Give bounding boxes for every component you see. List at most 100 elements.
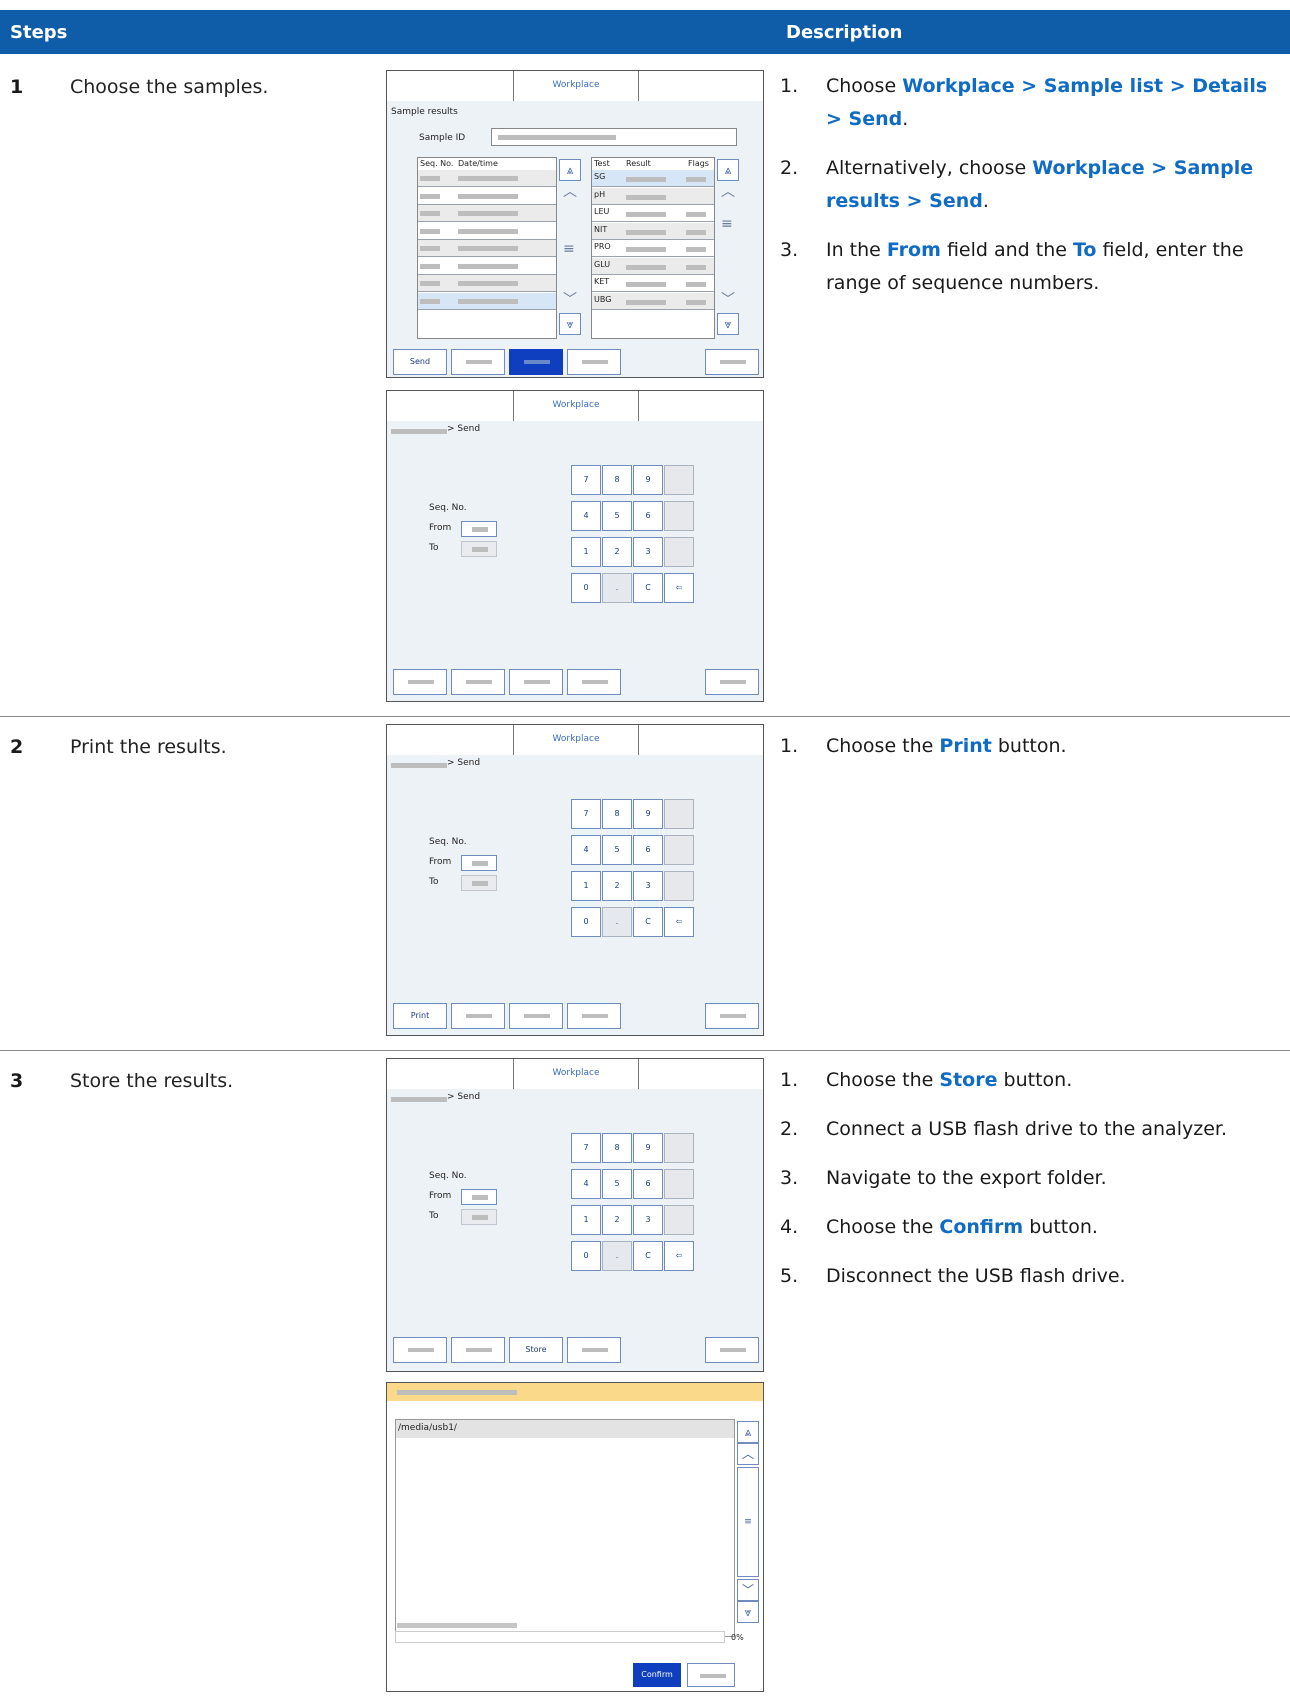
scroll-top-icon[interactable]: ⩓ [737,1421,759,1443]
keypad-key[interactable]: 3 [633,1205,663,1235]
table-row[interactable]: pH [592,187,714,205]
keypad-key[interactable]: 8 [602,465,632,495]
keypad-blank-key[interactable] [664,871,694,901]
keypad-blank-key[interactable] [664,799,694,829]
test-results-list[interactable]: Test Result Flags SG pH LEU NIT PRO GLU KET UBG [591,157,715,339]
list-item[interactable] [418,170,556,187]
keypad-key[interactable]: 7 [571,465,601,495]
toolbar-button[interactable] [567,349,621,375]
keypad-blank-key[interactable] [664,1169,694,1199]
scroll-down-icon[interactable]: ﹀ [563,289,577,309]
scroll-bottom-icon[interactable]: ⩔ [717,313,739,335]
keypad-key[interactable]: 5 [602,1169,632,1199]
toolbar-button[interactable] [393,669,447,695]
list-item[interactable] [418,222,556,240]
list-item[interactable] [418,240,556,257]
toolbar-button[interactable] [509,669,563,695]
keypad-key[interactable]: 7 [571,1133,601,1163]
cancel-button[interactable] [687,1663,735,1687]
toolbar-button[interactable] [705,1003,759,1029]
send-button[interactable]: Send [393,349,447,375]
keypad-key[interactable]: 8 [602,799,632,829]
keypad-key[interactable]: 5 [602,835,632,865]
scroll-down-icon[interactable]: ﹀ [737,1579,759,1601]
keypad-key[interactable]: 9 [633,1133,663,1163]
table-row[interactable]: NIT [592,222,714,240]
backspace-icon[interactable]: ⇦ [664,573,694,603]
scroll-up-icon[interactable]: ︿ [721,181,735,201]
keypad-key[interactable]: 0 [571,573,601,603]
to-field[interactable] [461,541,497,557]
keypad-key[interactable]: 9 [633,799,663,829]
table-row[interactable]: GLU [592,257,714,275]
tab-workplace[interactable]: Workplace [513,725,639,755]
scroll-top-icon[interactable]: ⩓ [559,159,581,181]
keypad-key[interactable]: 4 [571,501,601,531]
toolbar-button[interactable] [393,1337,447,1363]
store-button[interactable]: Store [509,1337,563,1363]
toolbar-button[interactable] [567,1003,621,1029]
toolbar-button[interactable] [451,1337,505,1363]
list-item[interactable] [418,187,556,205]
toolbar-button[interactable] [567,1337,621,1363]
scroll-up-icon[interactable]: ︿ [563,181,577,201]
keypad-key[interactable]: 4 [571,1169,601,1199]
keypad-key[interactable]: C [633,907,663,937]
keypad-key[interactable]: 8 [602,1133,632,1163]
confirm-button[interactable]: Confirm [633,1663,681,1687]
scroll-bottom-icon[interactable]: ⩔ [559,313,581,335]
table-row[interactable]: LEU [592,205,714,222]
keypad-key[interactable]: C [633,1241,663,1271]
keypad-key[interactable]: 1 [571,1205,601,1235]
to-field[interactable] [461,1209,497,1225]
list-item[interactable] [418,205,556,222]
keypad-blank-key[interactable] [664,465,694,495]
toolbar-button[interactable] [451,669,505,695]
toolbar-button-selected[interactable] [509,349,563,375]
keypad-blank-key[interactable] [664,835,694,865]
folder-path[interactable]: /media/usb1/ [398,1423,457,1433]
keypad-key[interactable]: 5 [602,501,632,531]
table-row[interactable]: KET [592,275,714,292]
scroll-thumb-icon[interactable]: ≡ [737,1467,759,1577]
print-button[interactable]: Print [393,1003,447,1029]
list-item[interactable] [418,275,556,292]
keypad-key[interactable]: 4 [571,835,601,865]
keypad-key[interactable]: 1 [571,537,601,567]
keypad-key[interactable]: 2 [602,871,632,901]
scroll-bar-icon[interactable]: ≡ [721,216,733,232]
tab-workplace[interactable]: Workplace [513,391,639,421]
backspace-icon[interactable]: ⇦ [664,907,694,937]
keypad-key[interactable]: 2 [602,537,632,567]
keypad-key[interactable]: 3 [633,871,663,901]
keypad-key[interactable]: 1 [571,871,601,901]
keypad-key[interactable]: 0 [571,907,601,937]
scroll-down-icon[interactable]: ﹀ [721,289,735,309]
keypad-key[interactable]: 9 [633,465,663,495]
keypad-key[interactable]: 0 [571,1241,601,1271]
keypad-blank-key[interactable] [664,501,694,531]
table-row[interactable]: UBG [592,292,714,310]
sequence-list[interactable]: Seq. No. Date/time [417,157,557,339]
table-row[interactable]: PRO [592,240,714,257]
from-field[interactable] [461,521,497,537]
keypad-blank-key[interactable] [664,537,694,567]
toolbar-button[interactable] [567,669,621,695]
toolbar-button[interactable] [705,1337,759,1363]
from-field[interactable] [461,1189,497,1205]
scroll-bottom-icon[interactable]: ⩔ [737,1601,759,1623]
keypad-key[interactable]: 7 [571,799,601,829]
toolbar-button[interactable] [451,1003,505,1029]
keypad-key[interactable]: . [602,573,632,603]
keypad-key[interactable]: 3 [633,537,663,567]
keypad-key[interactable]: 6 [633,501,663,531]
list-item[interactable] [418,292,556,310]
scroll-top-icon[interactable]: ⩓ [717,159,739,181]
keypad-key[interactable]: 6 [633,835,663,865]
backspace-icon[interactable]: ⇦ [664,1241,694,1271]
keypad-key[interactable]: 2 [602,1205,632,1235]
list-item[interactable] [418,257,556,275]
table-row[interactable]: SG [592,170,714,187]
toolbar-button[interactable] [705,349,759,375]
toolbar-button[interactable] [451,349,505,375]
